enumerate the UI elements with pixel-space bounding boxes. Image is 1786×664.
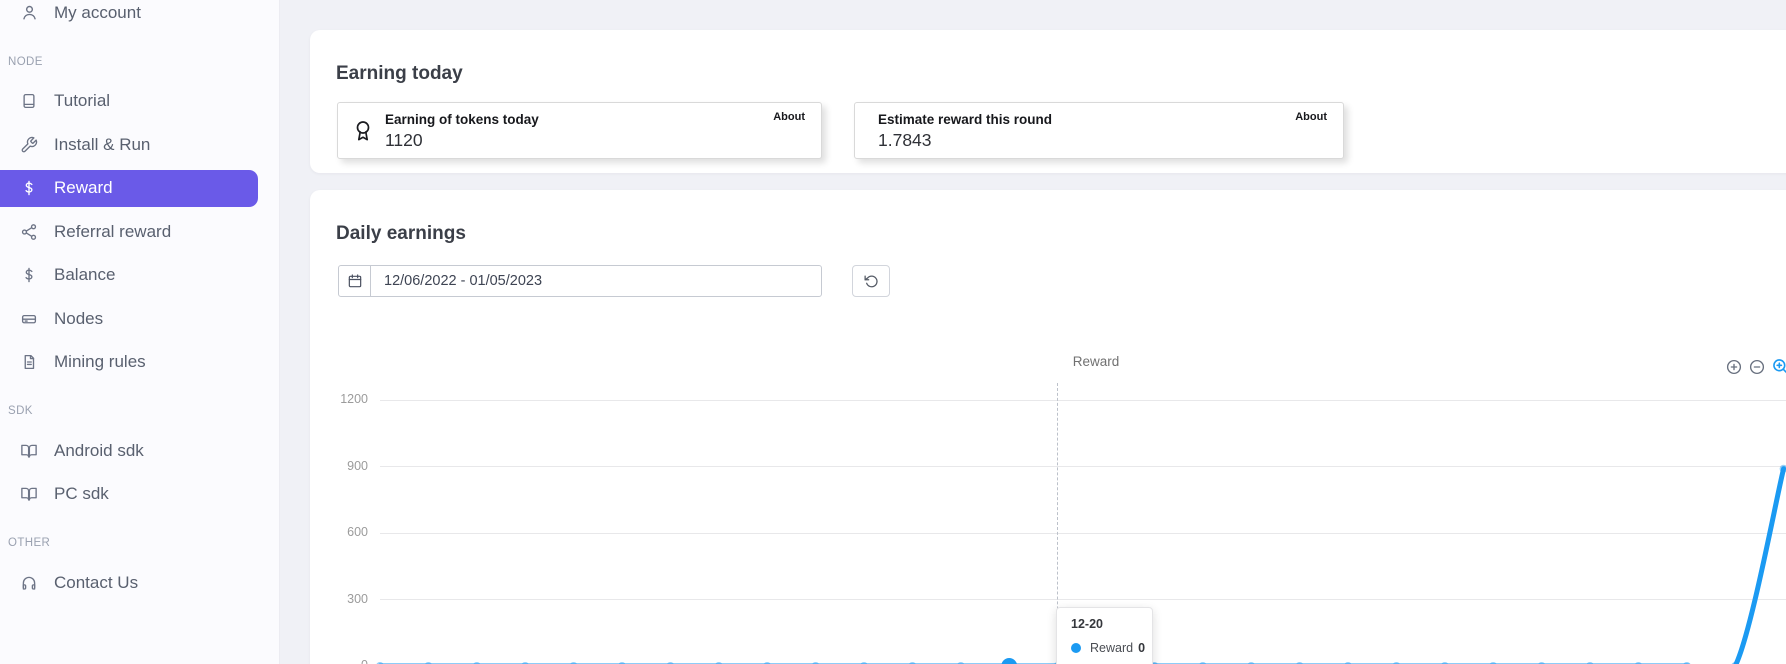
card-title: Earning of tokens today bbox=[385, 112, 539, 127]
estimate-reward-card: Estimate reward this round 1.7843 About bbox=[854, 102, 1344, 159]
series-line bbox=[376, 464, 1786, 664]
zoom-out-circle-icon[interactable] bbox=[1748, 358, 1766, 376]
sidebar-section-node: NODE bbox=[8, 55, 43, 68]
sidebar-item-contact-us[interactable]: Contact Us bbox=[0, 561, 279, 605]
about-link[interactable]: About bbox=[1295, 111, 1327, 123]
sidebar-item-balance[interactable]: Balance bbox=[0, 254, 279, 298]
tooltip-series-dot bbox=[1071, 643, 1081, 653]
sidebar-item-label: Install & Run bbox=[54, 134, 151, 154]
earning-today-panel: Earning today Earning of tokens today 11… bbox=[310, 30, 1786, 173]
dollar-icon bbox=[19, 179, 39, 197]
sidebar-item-label: Referral reward bbox=[54, 221, 172, 241]
sidebar-item-my-account[interactable]: My account bbox=[0, 0, 279, 35]
sidebar-item-mining-rules[interactable]: Mining rules bbox=[0, 341, 279, 385]
date-range-input[interactable]: 12/06/2022 - 01/05/2023 bbox=[338, 265, 822, 297]
rotate-ccw-icon bbox=[863, 273, 880, 290]
reset-date-button[interactable] bbox=[852, 265, 890, 297]
card-value: 1120 bbox=[385, 130, 423, 150]
card-title: Estimate reward this round bbox=[878, 112, 1053, 127]
tooltip-value: 0 bbox=[1138, 641, 1146, 655]
reward-dashboard-page: My account NODE Tutorial Install & Run R… bbox=[0, 0, 1786, 664]
sidebar-item-label: Android sdk bbox=[54, 440, 144, 460]
sidebar-item-label: Reward bbox=[54, 178, 113, 198]
sidebar-item-nodes[interactable]: Nodes bbox=[0, 297, 279, 341]
sidebar-item-pc-sdk[interactable]: PC sdk bbox=[0, 473, 279, 517]
wrench-icon bbox=[19, 136, 39, 154]
sidebar-item-label: Contact Us bbox=[54, 572, 139, 592]
chart-zoom-toolbar bbox=[1725, 357, 1786, 376]
sidebar-section-other: OTHER bbox=[8, 537, 51, 549]
earning-today-heading: Earning today bbox=[336, 62, 463, 84]
sidebar-item-tutorial[interactable]: Tutorial bbox=[0, 80, 279, 124]
highlighted-point bbox=[1001, 658, 1017, 664]
calendar-icon bbox=[339, 266, 371, 296]
sidebar-item-label: PC sdk bbox=[54, 484, 109, 504]
sidebar-item-label: Mining rules bbox=[54, 352, 146, 372]
about-link[interactable]: About bbox=[773, 111, 805, 123]
drive-icon bbox=[19, 310, 39, 328]
sidebar-item-referral-reward[interactable]: Referral reward bbox=[0, 210, 279, 254]
sidebar-item-label: My account bbox=[54, 2, 141, 22]
date-range-value: 12/06/2022 - 01/05/2023 bbox=[384, 273, 543, 289]
user-icon bbox=[19, 3, 39, 22]
card-value: 1.7843 bbox=[878, 130, 932, 150]
zoom-in-circle-icon[interactable] bbox=[1725, 358, 1743, 376]
dollar-icon bbox=[19, 266, 39, 284]
tooltip-series-name: Reward bbox=[1090, 641, 1134, 655]
daily-earnings-panel: Daily earnings 12/06/2022 - 01/05/2023 R… bbox=[310, 190, 1786, 664]
tooltip-date: 12-20 bbox=[1071, 617, 1103, 631]
sidebar-item-reward[interactable]: Reward bbox=[0, 170, 258, 207]
daily-earnings-heading: Daily earnings bbox=[336, 222, 466, 244]
box-zoom-icon[interactable] bbox=[1771, 357, 1786, 376]
sidebar-item-label: Nodes bbox=[54, 308, 104, 328]
sidebar: My account NODE Tutorial Install & Run R… bbox=[0, 0, 280, 664]
sidebar-section-sdk: SDK bbox=[8, 405, 33, 417]
book-open-icon bbox=[19, 485, 39, 503]
book-icon bbox=[19, 92, 39, 110]
sidebar-item-label: Balance bbox=[54, 265, 116, 285]
sidebar-item-label: Tutorial bbox=[54, 91, 111, 111]
sidebar-item-install-run[interactable]: Install & Run bbox=[0, 123, 279, 167]
book-open-icon bbox=[19, 442, 39, 460]
earning-of-tokens-card: Earning of tokens today 1120 About bbox=[337, 102, 822, 159]
chart-tooltip: 12-20 Reward 0 bbox=[1056, 607, 1153, 664]
file-text-icon bbox=[19, 353, 39, 371]
award-icon bbox=[351, 116, 375, 151]
share-icon bbox=[19, 223, 39, 241]
headphones-icon bbox=[19, 574, 39, 592]
sidebar-item-android-sdk[interactable]: Android sdk bbox=[0, 429, 279, 473]
reward-chart[interactable]: Reward 03006009001200 bbox=[310, 330, 1786, 664]
